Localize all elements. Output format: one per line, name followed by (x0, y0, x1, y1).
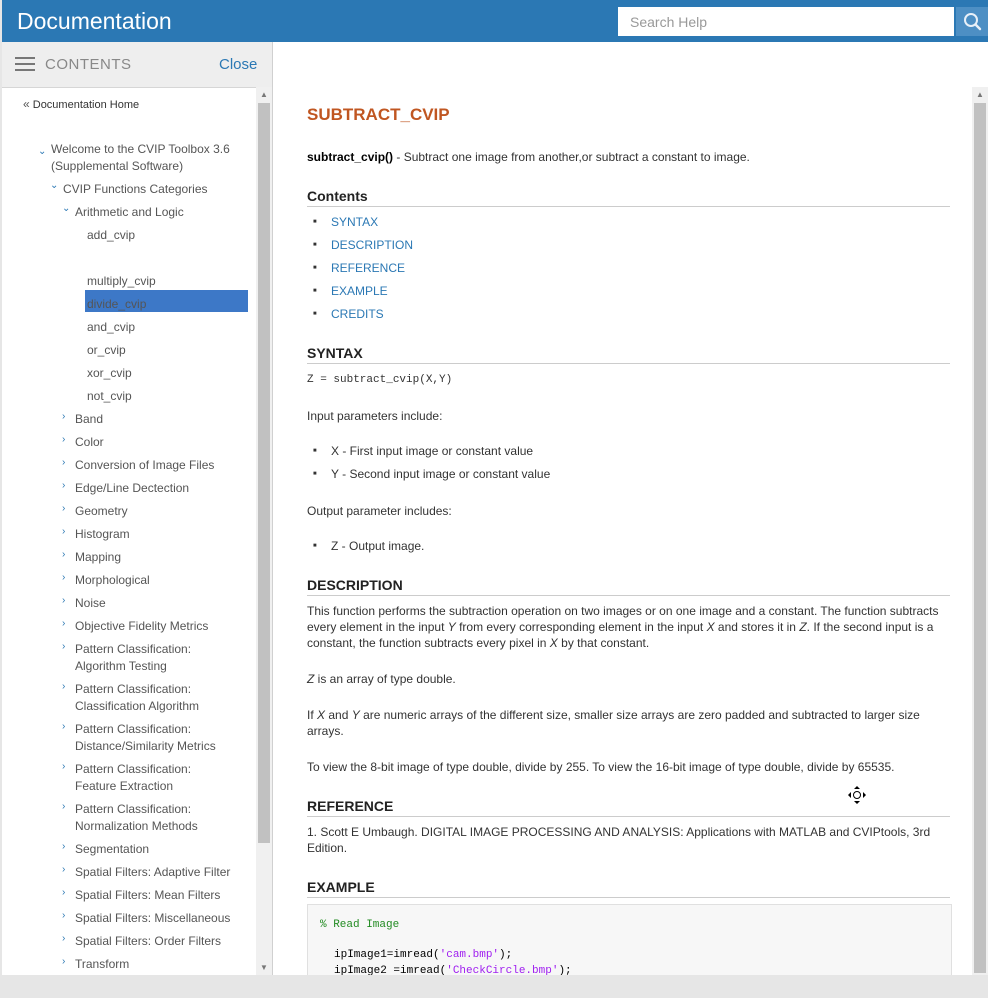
syntax-code: Z = subtract_cvip(X,Y) (307, 374, 453, 386)
move-cursor-icon (848, 786, 866, 804)
chevron-right-icon[interactable]: › (62, 457, 65, 468)
tree-item-pattern-classification-algorithm[interactable]: Pattern Classification: Classification A… (75, 681, 199, 715)
chevron-right-icon[interactable]: › (62, 841, 65, 852)
chevron-right-icon[interactable]: › (62, 910, 65, 921)
tree-item-welcome[interactable]: Welcome to the CVIP Toolbox 3.6 (Supplem… (51, 141, 230, 175)
tree-item-histogram[interactable]: Histogram (75, 526, 130, 543)
chevron-right-icon[interactable]: › (62, 933, 65, 944)
tree-item-not-cvip[interactable]: not_cvip (87, 388, 132, 405)
contents-heading: Contents (307, 188, 950, 207)
tree-item-noise[interactable]: Noise (75, 595, 106, 612)
tree-item-mapping[interactable]: Mapping (75, 549, 121, 566)
description-paragraph-2: Z is an array of type double. (307, 672, 456, 686)
tree-item-color[interactable]: Color (75, 434, 104, 451)
sidebar-header: CONTENTS Close (2, 42, 272, 88)
tree-item-multiply-cvip[interactable]: multiply_cvip (87, 273, 156, 290)
tree-item-spatial-adaptive[interactable]: Spatial Filters: Adaptive Filter (75, 864, 230, 881)
description-paragraph-3: If X and Y are numeric arrays of the dif… (307, 708, 920, 738)
chevron-right-icon[interactable]: › (62, 721, 65, 732)
tree-item-edge-line[interactable]: Edge/Line Dectection (75, 480, 189, 497)
close-sidebar-link[interactable]: Close (219, 56, 257, 73)
chevron-right-icon[interactable]: › (62, 864, 65, 875)
contents-sidebar: CONTENTS Close « Documentation Home ⌄ We… (2, 42, 273, 975)
tree-item-subtract-cvip[interactable]: subtract_cvip (87, 250, 158, 267)
search-input[interactable] (618, 7, 954, 36)
description-paragraph-4: To view the 8-bit image of type double, … (307, 760, 895, 774)
description-heading: DESCRIPTION (307, 577, 950, 596)
tree-item-xor-cvip[interactable]: xor_cvip (87, 365, 132, 382)
tree-item-add-cvip[interactable]: add_cvip (87, 227, 135, 244)
tree-item-conversion[interactable]: Conversion of Image Files (75, 457, 214, 474)
content-scrollbar[interactable]: ▲ (972, 87, 988, 975)
app-title: Documentation (17, 8, 172, 34)
chevron-right-icon[interactable]: › (62, 681, 65, 692)
scroll-up-arrow-icon[interactable]: ▲ (260, 90, 268, 99)
function-summary-text: - Subtract one image from another,or sub… (393, 150, 750, 164)
chevron-right-icon[interactable]: › (62, 549, 65, 560)
tree-item-spatial-order[interactable]: Spatial Filters: Order Filters (75, 933, 221, 950)
tree-item-cvip-functions-categories[interactable]: CVIP Functions Categories (63, 181, 208, 198)
menu-icon[interactable] (15, 57, 35, 71)
code-line-2: ipImage2 =imread('CheckCircle.bmp'); (334, 965, 572, 975)
example-code-block: % Read Image ipImage1=imread('cam.bmp');… (307, 904, 952, 975)
input-parameters-intro: Input parameters include: (307, 409, 443, 423)
chevron-right-icon[interactable]: › (62, 503, 65, 514)
function-summary: subtract_cvip() - Subtract one image fro… (307, 150, 750, 164)
tree-item-segmentation[interactable]: Segmentation (75, 841, 149, 858)
tree-item-and-cvip[interactable]: and_cvip (87, 319, 135, 336)
sidebar-title: CONTENTS (45, 56, 132, 73)
tree-item-divide-cvip[interactable]: divide_cvip (87, 296, 146, 313)
chevron-right-icon[interactable]: › (62, 801, 65, 812)
tree-item-transform[interactable]: Transform (75, 956, 129, 973)
chevron-right-icon[interactable]: › (62, 572, 65, 583)
chevron-right-icon[interactable]: › (62, 595, 65, 606)
tree-item-band[interactable]: Band (75, 411, 103, 428)
tree-item-pattern-algorithm-testing[interactable]: Pattern Classification: Algorithm Testin… (75, 641, 191, 675)
documentation-home-link[interactable]: « Documentation Home (23, 97, 139, 111)
sidebar-scrollbar[interactable]: ▲ ▼ (256, 87, 272, 975)
chevron-right-icon[interactable]: › (62, 526, 65, 537)
documentation-window: Documentation CONTENTS Close « Documenta… (2, 0, 988, 975)
tree-item-objective-fidelity[interactable]: Objective Fidelity Metrics (75, 618, 208, 635)
chevron-right-icon[interactable]: › (62, 761, 65, 772)
tree-item-spatial-mean[interactable]: Spatial Filters: Mean Filters (75, 887, 220, 904)
tree-item-geometry[interactable]: Geometry (75, 503, 128, 520)
content-pane: SUBTRACT_CVIP subtract_cvip() - Subtract… (273, 42, 988, 975)
tree-item-arithmetic-and-logic[interactable]: Arithmetic and Logic (75, 204, 184, 221)
documentation-home-label: Documentation Home (32, 99, 140, 111)
chevron-right-icon[interactable]: › (62, 618, 65, 629)
chevron-down-icon[interactable]: ⌄ (38, 146, 46, 157)
chevron-right-icon[interactable]: › (62, 411, 65, 422)
chevron-right-icon[interactable]: › (62, 641, 65, 652)
code-comment: % Read Image (320, 919, 400, 931)
search-icon (964, 13, 982, 31)
content-scroll-thumb[interactable] (974, 103, 986, 973)
chevron-down-icon[interactable]: ⌄ (50, 180, 58, 191)
tree-item-morphological[interactable]: Morphological (75, 572, 150, 589)
chevron-right-icon[interactable]: › (62, 887, 65, 898)
top-bar: Documentation (2, 0, 988, 42)
function-name: subtract_cvip() (307, 150, 394, 164)
scroll-down-arrow-icon[interactable]: ▼ (260, 963, 268, 972)
reference-text: 1. Scott E Umbaugh. DIGITAL IMAGE PROCES… (307, 825, 931, 855)
chevron-down-icon[interactable]: ⌄ (62, 203, 70, 214)
tree-item-pattern-distance[interactable]: Pattern Classification: Distance/Similar… (75, 721, 216, 755)
output-parameters-intro: Output parameter includes: (307, 504, 452, 518)
double-chevron-left-icon: « (23, 97, 30, 111)
page-title: SUBTRACT_CVIP (307, 105, 450, 124)
tree-item-pattern-feature-extraction[interactable]: Pattern Classification: Feature Extracti… (75, 761, 191, 795)
tree-item-spatial-misc[interactable]: Spatial Filters: Miscellaneous (75, 910, 230, 927)
tree-item-or-cvip[interactable]: or_cvip (87, 342, 126, 359)
scroll-up-arrow-icon[interactable]: ▲ (976, 90, 984, 99)
search-button[interactable] (956, 7, 988, 36)
sidebar-scroll-thumb[interactable] (258, 103, 270, 843)
example-heading: EXAMPLE (307, 879, 950, 898)
code-line-1: ipImage1=imread('cam.bmp'); (334, 949, 513, 961)
description-paragraph-1: This function performs the subtraction o… (307, 604, 939, 650)
syntax-heading: SYNTAX (307, 345, 950, 364)
chevron-right-icon[interactable]: › (62, 480, 65, 491)
chevron-right-icon[interactable]: › (62, 956, 65, 967)
chevron-right-icon[interactable]: › (62, 434, 65, 445)
tree-item-pattern-normalization[interactable]: Pattern Classification: Normalization Me… (75, 801, 198, 835)
